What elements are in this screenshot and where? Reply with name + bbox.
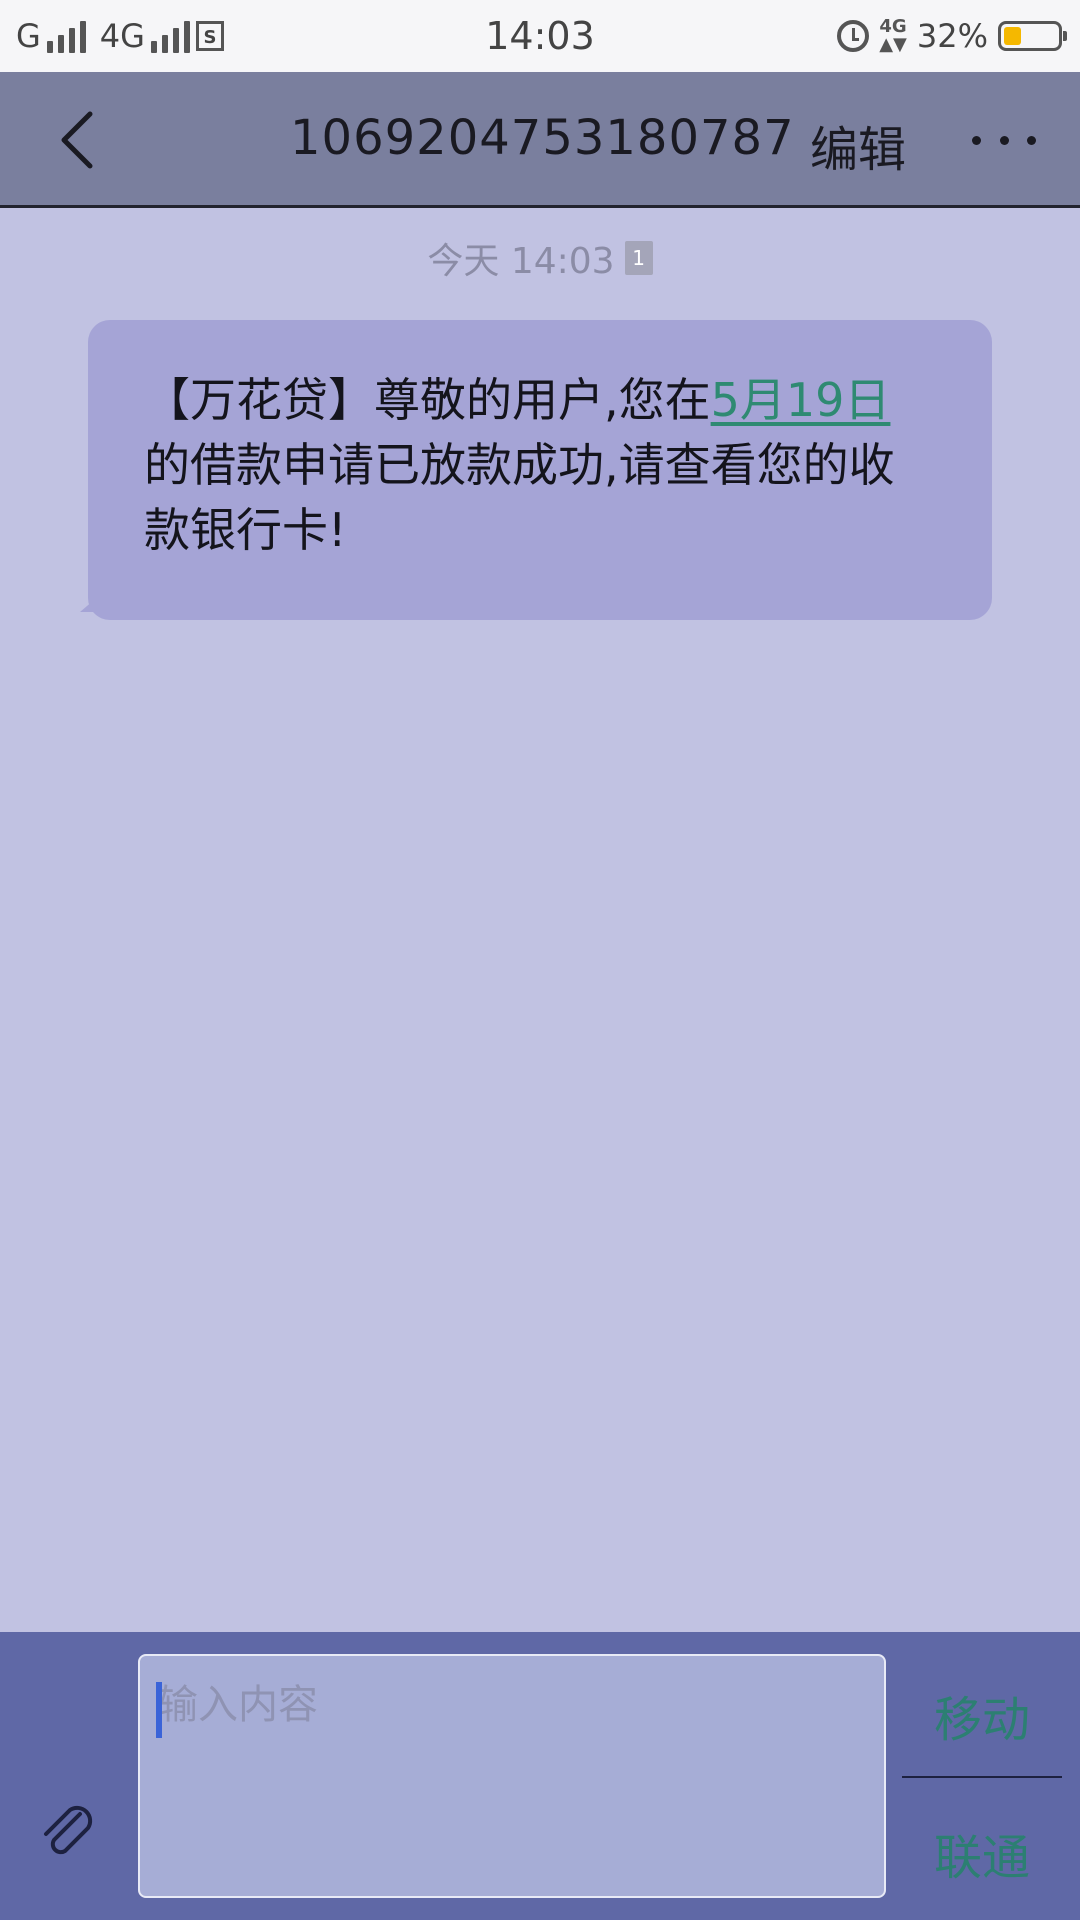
paperclip-icon bbox=[44, 1805, 93, 1855]
received-message-bubble[interactable]: 【万花贷】尊敬的用户,您在5月19日的借款申请已放款成功,请查看您的收款银行卡! bbox=[80, 320, 992, 620]
message-input[interactable]: 输入内容 bbox=[138, 1654, 886, 1898]
send-via-sim1-button[interactable]: 移动 bbox=[904, 1680, 1060, 1750]
message-text-before: 【万花贷】尊敬的用户,您在 bbox=[144, 373, 711, 427]
carrier-label-2: 4G bbox=[99, 17, 145, 55]
carrier-label-1: G bbox=[16, 17, 41, 55]
more-dot-icon bbox=[999, 135, 1009, 145]
message-text-after: 的借款申请已放款成功,请查看您的收款银行卡! bbox=[144, 438, 895, 557]
send-via-sim2-button[interactable]: 联通 bbox=[904, 1818, 1060, 1888]
alarm-clock-icon bbox=[837, 20, 870, 52]
sim-card-icon: S bbox=[195, 21, 224, 51]
status-bar: G 4G S 14:03 4G ▲▼ 32% bbox=[0, 0, 1080, 72]
status-right: 4G ▲▼ 32% bbox=[837, 14, 1067, 58]
conversation-header: 1069204753180787 编辑 bbox=[0, 72, 1080, 208]
message-date-link[interactable]: 5月19日 bbox=[711, 373, 891, 427]
status-left: G 4G S bbox=[16, 14, 224, 58]
battery-icon bbox=[998, 21, 1067, 51]
signal-icon bbox=[46, 19, 86, 53]
composer-bar: 输入内容 移动 联通 bbox=[0, 1632, 1080, 1920]
contact-number-title: 1069204753180787 bbox=[290, 110, 795, 166]
battery-level-fill bbox=[1004, 27, 1021, 45]
back-button[interactable] bbox=[42, 100, 122, 180]
text-caret bbox=[156, 1682, 162, 1738]
sim-slot-badge: 1 bbox=[624, 241, 653, 275]
message-input-placeholder: 输入内容 bbox=[158, 1682, 318, 1728]
edit-button[interactable]: 编辑 bbox=[810, 110, 906, 180]
network-4g-icon: 4G ▲▼ bbox=[879, 16, 907, 55]
signal-icon-2 bbox=[150, 19, 190, 53]
battery-percent: 32% bbox=[916, 17, 988, 55]
more-options-button[interactable] bbox=[972, 112, 1036, 168]
more-dot-icon bbox=[972, 135, 981, 145]
attach-button[interactable] bbox=[36, 1800, 102, 1866]
more-dot-icon bbox=[1027, 135, 1036, 145]
timestamp-text: 今天 14:03 bbox=[427, 241, 615, 282]
message-timestamp: 今天 14:03 1 bbox=[0, 232, 1080, 284]
chevron-left-icon bbox=[61, 111, 93, 169]
send-divider bbox=[902, 1776, 1062, 1778]
